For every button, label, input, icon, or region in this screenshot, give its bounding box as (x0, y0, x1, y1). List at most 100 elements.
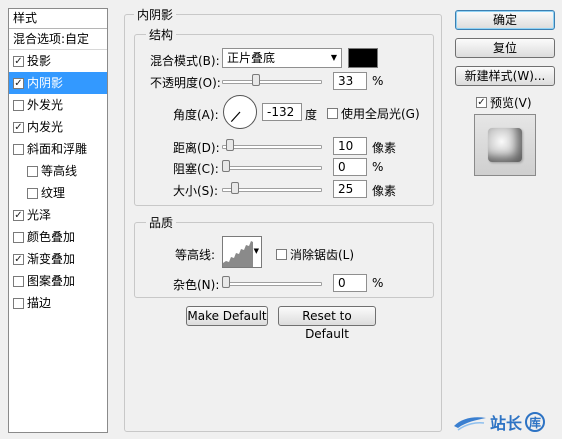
style-item[interactable]: 图案叠加 (9, 270, 107, 292)
checkbox-icon[interactable] (13, 143, 24, 155)
inner-shadow-title: 内阴影 (134, 6, 177, 23)
style-item-label: 光泽 (27, 208, 52, 222)
size-label: 大小(S): (173, 184, 219, 198)
anti-alias-checkbox[interactable]: 消除锯齿(L) (276, 246, 354, 263)
checkbox-icon[interactable] (13, 99, 24, 111)
preview-label: 预览(V) (490, 96, 532, 110)
preview-check-icon (476, 97, 487, 108)
noise-slider-track[interactable] (222, 282, 322, 286)
checkbox-icon[interactable] (27, 187, 38, 199)
watermark-badge: 库 (525, 412, 546, 432)
watermark-logo: 站长 库 (452, 410, 546, 434)
size-slider-thumb[interactable] (231, 182, 240, 194)
style-item[interactable]: 内发光 (9, 116, 107, 138)
checkbox-icon[interactable] (13, 77, 24, 89)
style-item-label: 内阴影 (27, 76, 64, 90)
opacity-label: 不透明度(O): (150, 76, 221, 90)
distance-input[interactable]: 10 (333, 137, 367, 155)
chevron-down-icon: ▼ (330, 53, 337, 62)
reset-to-default-button[interactable]: Reset to Default (278, 306, 376, 341)
style-item-label: 等高线 (41, 164, 78, 178)
choke-label: 阻塞(C): (173, 162, 219, 176)
checkbox-icon[interactable] (13, 55, 24, 67)
style-item[interactable]: 颜色叠加 (9, 226, 107, 248)
style-item-label: 斜面和浮雕 (27, 142, 88, 156)
noise-input[interactable]: 0 (333, 274, 367, 292)
preview-checkbox[interactable]: 预览(V) (476, 94, 532, 111)
opacity-input[interactable]: 33 (333, 72, 367, 90)
choke-slider-thumb[interactable] (222, 160, 230, 172)
global-light-label: 使用全局光(G) (341, 107, 420, 121)
anti-alias-label: 消除锯齿(L) (290, 248, 355, 262)
style-item-label: 描边 (27, 296, 52, 310)
opacity-slider-thumb[interactable] (252, 74, 261, 86)
make-default-button[interactable]: Make Default (186, 306, 268, 326)
noise-label: 杂色(N): (173, 278, 220, 292)
checkbox-icon[interactable] (13, 209, 24, 221)
new-style-button[interactable]: 新建样式(W)... (455, 66, 555, 86)
angle-label: 角度(A): (173, 108, 219, 122)
checkbox-icon[interactable] (13, 253, 24, 265)
checkbox-icon[interactable] (13, 121, 24, 133)
distance-slider-track[interactable] (222, 145, 322, 149)
style-item[interactable]: 斜面和浮雕 (9, 138, 107, 160)
style-item[interactable]: 内阴影 (9, 72, 107, 94)
checkbox-icon[interactable] (27, 165, 38, 177)
style-item-label: 渐变叠加 (27, 252, 76, 266)
distance-label: 距离(D): (173, 141, 220, 155)
size-input[interactable]: 25 (333, 180, 367, 198)
contour-preview-icon (223, 241, 253, 267)
ok-button[interactable]: 确定 (455, 10, 555, 30)
style-item[interactable]: 描边 (9, 292, 107, 314)
noise-unit: % (372, 276, 384, 290)
style-preview-swatch (488, 128, 522, 162)
opacity-slider-track[interactable] (222, 80, 322, 84)
contour-chevron-down-icon: ▼ (253, 247, 259, 255)
style-item[interactable]: 投影 (9, 50, 107, 72)
structure-title: 结构 (146, 26, 177, 43)
distance-unit: 像素 (372, 141, 397, 155)
contour-label: 等高线: (175, 248, 216, 262)
style-item-label: 外发光 (27, 98, 64, 112)
angle-unit: 度 (305, 108, 318, 122)
checkbox-icon[interactable] (13, 275, 24, 287)
global-light-checkbox[interactable]: 使用全局光(G) (327, 105, 420, 122)
distance-slider-thumb[interactable] (225, 139, 234, 151)
swoosh-icon (454, 417, 486, 431)
choke-input[interactable]: 0 (333, 158, 367, 176)
global-light-check-icon (327, 108, 338, 119)
style-item-label: 纹理 (41, 186, 66, 200)
styles-list-panel: 样式 混合选项:自定 投影内阴影外发光内发光斜面和浮雕等高线纹理光泽颜色叠加渐变… (8, 8, 108, 433)
style-item-label: 内发光 (27, 120, 64, 134)
blend-mode-label: 混合模式(B): (150, 54, 220, 68)
style-items: 投影内阴影外发光内发光斜面和浮雕等高线纹理光泽颜色叠加渐变叠加图案叠加描边 (9, 50, 107, 314)
opacity-unit: % (372, 74, 384, 88)
quality-title: 品质 (146, 214, 177, 231)
blend-mode-select[interactable]: 正片叠底 ▼ (222, 48, 342, 68)
choke-slider-track[interactable] (222, 166, 322, 170)
noise-slider-thumb[interactable] (222, 276, 230, 288)
watermark-text: 站长 (490, 414, 523, 433)
blend-mode-value: 正片叠底 (227, 51, 276, 65)
angle-input[interactable]: -132 (262, 103, 302, 121)
shadow-color-swatch[interactable] (348, 48, 378, 68)
style-item-label: 图案叠加 (27, 274, 76, 288)
angle-dial-icon (223, 95, 257, 129)
anti-alias-check-icon (276, 249, 287, 260)
style-item-label: 投影 (27, 54, 52, 68)
angle-dial[interactable] (222, 94, 258, 130)
style-preview-box (474, 114, 536, 176)
style-item[interactable]: 渐变叠加 (9, 248, 107, 270)
checkbox-icon[interactable] (13, 231, 24, 243)
styles-list-header: 样式 (9, 9, 107, 29)
style-item-label: 颜色叠加 (27, 230, 76, 244)
style-item[interactable]: 外发光 (9, 94, 107, 116)
contour-picker[interactable]: ▼ (222, 236, 262, 268)
style-item[interactable]: 等高线 (9, 160, 107, 182)
reset-button[interactable]: 复位 (455, 38, 555, 58)
blend-options-item[interactable]: 混合选项:自定 (9, 29, 107, 50)
choke-unit: % (372, 160, 384, 174)
checkbox-icon[interactable] (13, 297, 24, 309)
style-item[interactable]: 纹理 (9, 182, 107, 204)
style-item[interactable]: 光泽 (9, 204, 107, 226)
